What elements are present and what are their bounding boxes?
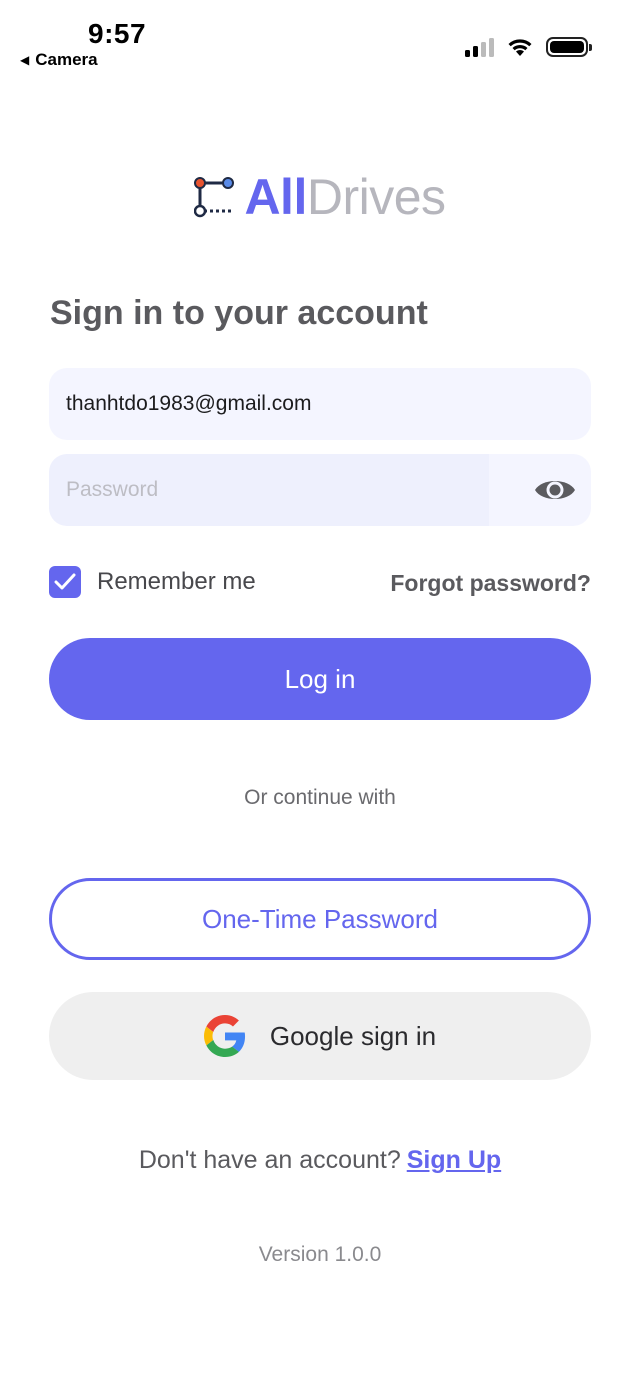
or-continue-text: Or continue with (244, 786, 396, 809)
login-button[interactable]: Log in (49, 638, 591, 720)
wifi-icon (508, 39, 532, 56)
google-sign-in-button[interactable]: Google sign in (49, 992, 591, 1080)
logo-text-all: All (244, 169, 307, 225)
cellular-signal-icon (465, 37, 494, 57)
back-triangle-icon: ◀ (20, 53, 30, 67)
version-label: Version 1.0.0 (258, 1243, 382, 1266)
google-g-icon (203, 1015, 245, 1057)
otp-button-label: One-Time Password (202, 903, 438, 934)
remember-me-checkbox[interactable] (49, 566, 81, 598)
email-value: thanhtdo1983@gmail.com (66, 392, 312, 415)
drives-logo-icon (194, 177, 235, 218)
checkmark-icon (54, 573, 76, 590)
signup-prompt: Don't have an account? (138, 1146, 401, 1174)
page-title: Sign in to your account (50, 294, 428, 332)
eye-icon[interactable] (533, 472, 577, 508)
password-placeholder: Password (66, 478, 159, 501)
app-logo: AllDrives (0, 168, 640, 226)
status-time: 9:57 (88, 18, 147, 49)
remember-me-row[interactable]: Remember me (49, 566, 256, 598)
back-label: Camera (35, 50, 98, 69)
remember-me-label: Remember me (97, 568, 256, 595)
password-field[interactable]: Password (49, 454, 591, 526)
logo-text-drives: Drives (306, 169, 446, 225)
sign-up-link[interactable]: Sign Up (407, 1146, 501, 1174)
google-button-label: Google sign in (269, 1020, 437, 1051)
back-to-camera-link[interactable]: ◀ Camera (20, 50, 98, 70)
forgot-password-link[interactable]: Forgot password? (390, 570, 591, 597)
logo-wordmark: AllDrives (244, 168, 446, 226)
email-field[interactable]: thanhtdo1983@gmail.com (49, 368, 591, 440)
one-time-password-button[interactable]: One-Time Password (49, 878, 591, 960)
battery-icon (546, 37, 592, 57)
signup-row: Don't have an account? Sign Up (0, 1146, 640, 1175)
password-input[interactable]: Password (49, 454, 489, 526)
status-icons (465, 36, 592, 58)
